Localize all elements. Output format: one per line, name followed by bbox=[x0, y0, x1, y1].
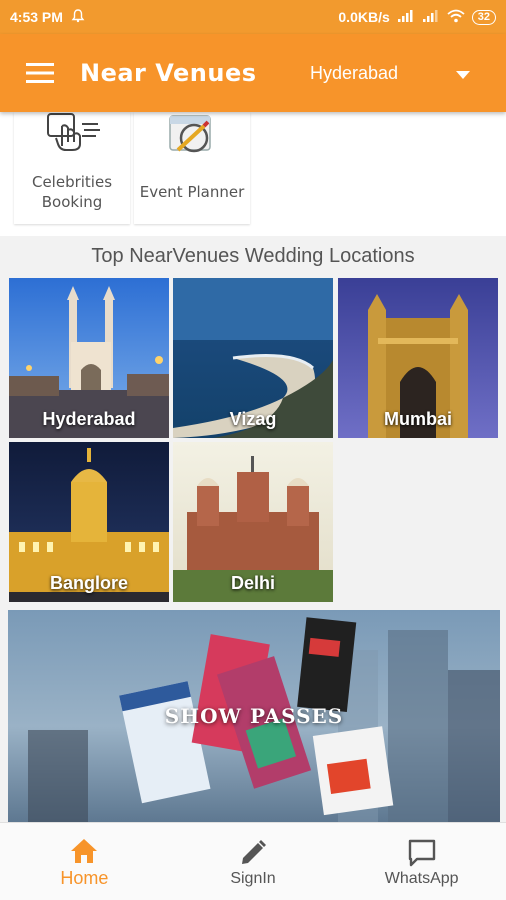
promo-headline: SHOW PASSES bbox=[164, 704, 344, 728]
calendar-pen-icon bbox=[134, 112, 250, 162]
city-tile-hyderabad[interactable]: Hyderabad bbox=[9, 278, 169, 438]
status-bar: 4:53 PM 0.0KB/s 32 bbox=[0, 0, 506, 34]
selected-city: Hyderabad bbox=[310, 62, 399, 83]
city-tile-delhi[interactable]: Delhi bbox=[173, 442, 333, 602]
wifi-icon bbox=[447, 9, 465, 26]
section-title: Top NearVenues Wedding Locations bbox=[91, 245, 415, 267]
status-time: 4:53 PM bbox=[10, 9, 63, 25]
nav-signin[interactable]: SignIn bbox=[169, 823, 338, 900]
nav-whatsapp[interactable]: WhatsApp bbox=[337, 823, 506, 900]
service-label-line2: Booking bbox=[41, 193, 103, 211]
notification-bell-icon bbox=[71, 8, 85, 26]
city-name: Mumbai bbox=[383, 409, 452, 429]
city-name: Banglore bbox=[49, 573, 128, 593]
city-name: Delhi bbox=[230, 573, 275, 593]
show-passes-banner[interactable]: SHOW PASSES bbox=[8, 610, 500, 822]
battery-indicator: 32 bbox=[471, 9, 496, 25]
signal-icon-2 bbox=[422, 9, 440, 26]
bottom-navigation: Home SignIn WhatsApp bbox=[0, 822, 506, 900]
hand-pointer-icon bbox=[14, 112, 130, 162]
signal-icon bbox=[397, 9, 415, 26]
city-tile-vizag[interactable]: Vizag bbox=[173, 278, 333, 438]
city-name: Hyderabad bbox=[42, 409, 136, 429]
service-label: Event Planner bbox=[139, 183, 245, 201]
app-bar: Near Venues Hyderabad bbox=[0, 34, 506, 112]
nav-home[interactable]: Home bbox=[0, 823, 169, 900]
network-speed: 0.0KB/s bbox=[338, 9, 390, 25]
service-celebrities-booking[interactable]: Celebrities Booking bbox=[14, 112, 130, 224]
nav-label: SignIn bbox=[230, 869, 276, 887]
service-event-planner[interactable]: Event Planner bbox=[134, 112, 250, 224]
pencil-icon bbox=[239, 836, 267, 870]
city-tile-banglore[interactable]: Banglore bbox=[9, 442, 169, 602]
services-row: Celebrities Booking Event Planner bbox=[0, 112, 506, 236]
hamburger-menu-icon[interactable] bbox=[0, 34, 80, 112]
chat-bubble-icon bbox=[407, 836, 437, 870]
city-name: Vizag bbox=[229, 409, 277, 429]
nav-label: WhatsApp bbox=[384, 869, 459, 887]
caret-down-icon bbox=[456, 63, 470, 84]
city-tile-mumbai[interactable]: Mumbai bbox=[338, 278, 498, 438]
city-dropdown[interactable]: Hyderabad bbox=[300, 34, 490, 112]
home-icon bbox=[70, 834, 98, 868]
service-label-line1: Celebrities bbox=[31, 173, 113, 191]
nav-label: Home bbox=[60, 868, 109, 888]
app-title: Near Venues bbox=[80, 59, 257, 87]
